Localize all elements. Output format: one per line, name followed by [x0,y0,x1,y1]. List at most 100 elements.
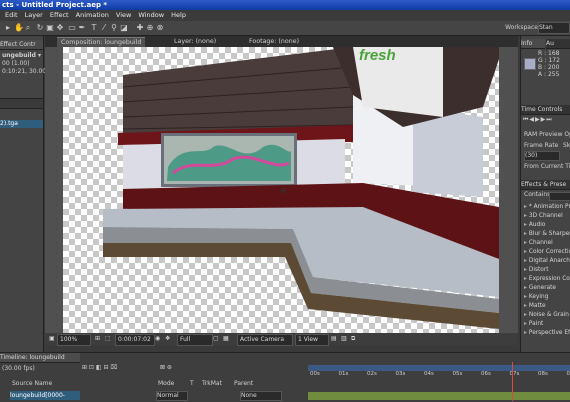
effects-presets-header[interactable]: Effects & Prese [521,180,570,190]
layer-parent-dropdown[interactable]: None [240,391,282,401]
current-time-indicator[interactable] [512,362,513,401]
select-tool-icon[interactable]: ▸ [4,24,12,32]
channel-icon[interactable]: ❖ [163,334,172,344]
frame-rate-dropdown[interactable]: (30) [524,151,560,161]
effect-category-item[interactable]: ▸Digital Anarchy [524,257,570,265]
menu-help[interactable]: Help [171,10,186,21]
zoom-tool-icon[interactable]: ⌕ [24,24,32,32]
menu-layer[interactable]: Layer [25,10,43,21]
effect-category-item[interactable]: ▸Blur & Sharpen [524,230,570,238]
disclosure-triangle-icon[interactable]: ▸ [524,258,527,264]
camera-tool-icon[interactable]: ▣ [46,24,54,32]
flowchart-icon[interactable]: ⧉ [349,334,357,344]
effect-category-label: 3D Channel [529,213,563,219]
menu-animation[interactable]: Animation [76,10,109,21]
from-current-checkbox[interactable]: From Current Ti [524,163,570,171]
playback-controls-icon[interactable]: ⏮◀▶▶⏭ [523,116,553,124]
text-tool-icon[interactable]: T [90,24,98,32]
timeline-tab[interactable]: Timeline: loungebuild [0,353,80,363]
effect-category-item[interactable]: ▸Generate [524,284,556,292]
effect-category-item[interactable]: ▸3D Channel [524,212,563,220]
disclosure-triangle-icon[interactable]: ▸ [524,249,527,255]
workspace-dropdown[interactable]: Stan [538,22,570,34]
axis-mode-icon[interactable]: ✚ [136,24,144,32]
fresh-sign: fresh [359,47,396,64]
effect-category-item[interactable]: ▸Color Correction [524,248,570,256]
effect-controls-tab[interactable]: Effect Contr [0,40,43,50]
view-layout-dropdown[interactable]: 1 View [295,334,329,346]
composition-viewer[interactable]: fresh ⊕ [45,47,518,333]
view-axis-icon[interactable]: ⊗ [156,24,164,32]
fast-previews-icon[interactable]: ▥ [339,334,349,344]
disclosure-triangle-icon[interactable]: ▸ [524,285,527,291]
ram-preview-label: RAM Preview Opti [524,131,570,139]
region-icon[interactable]: ▢ [211,334,221,344]
project-item-selected[interactable]: 2).tga [0,120,43,128]
disclosure-triangle-icon[interactable]: ▸ [524,276,527,282]
mask-view-icon[interactable]: ⬚ [103,334,113,344]
effect-category-item[interactable]: ▸Keying [524,293,548,301]
tab-layer[interactable]: Layer: (none) [170,37,220,47]
disclosure-triangle-icon[interactable]: ▸ [524,321,527,327]
graph-editor-icon[interactable]: ⊠ ⊛ [160,364,172,372]
info-a: A : 255 [538,71,559,79]
time-controls-header[interactable]: Time Controls [521,105,570,115]
effect-category-item[interactable]: ▸Matte [524,302,546,310]
pan-behind-tool-icon[interactable]: ✥ [56,24,64,32]
safe-zones-icon[interactable]: ⊞ [93,334,102,344]
layer-duration-bar[interactable] [308,392,570,400]
menu-effect[interactable]: Effect [50,10,69,21]
clone-tool-icon[interactable]: ⚲ [110,24,118,32]
disclosure-triangle-icon[interactable]: ▸ [524,294,527,300]
tab-info[interactable]: Info [521,39,545,49]
always-preview-icon[interactable]: ▣ [47,334,57,344]
effect-category-item[interactable]: ▸Paint [524,320,543,328]
tab-footage[interactable]: Footage: (none) [245,37,303,47]
effect-category-label: Digital Anarchy [529,258,570,264]
resolution-dropdown[interactable]: Full [177,334,213,346]
menu-window[interactable]: Window [138,10,164,21]
disclosure-triangle-icon[interactable]: ▸ [524,312,527,318]
effect-category-item[interactable]: ▸Perspective Effe [524,329,570,337]
disclosure-triangle-icon[interactable]: ▸ [524,267,527,273]
effect-category-item[interactable]: ▸Audio [524,221,545,229]
effect-category-item[interactable]: ▸Distort [524,266,549,274]
effect-category-item[interactable]: ▸Noise & Grain [524,311,569,319]
effect-category-label: Matte [529,303,546,309]
effect-category-item[interactable]: ▸Expression Contr [524,275,570,283]
layer-mode-dropdown[interactable]: Normal [156,391,188,401]
zoom-dropdown[interactable]: 100% [57,334,91,346]
hand-tool-icon[interactable]: ✋ [14,24,22,32]
work-area-bar[interactable] [308,365,570,371]
effect-category-label: Distort [529,267,549,273]
disclosure-triangle-icon[interactable]: ▸ [524,231,527,237]
rotate-tool-icon[interactable]: ↻ [36,24,44,32]
layer-name[interactable]: loungebuild[0000- [10,391,80,400]
transparency-grid-icon[interactable]: ▦ [221,334,231,344]
timeline-fps: (30.00 fps) [2,365,35,373]
comp-name-label[interactable]: ungebuild ▾ [2,52,41,60]
switches-icon[interactable]: ⊞ ⊡ ◧ ⊟ ⌧ [82,364,117,372]
disclosure-triangle-icon[interactable]: ▸ [524,240,527,246]
snapshot-icon[interactable]: ◉ [153,334,162,344]
world-axis-icon[interactable]: ⊕ [146,24,154,32]
pixel-aspect-icon[interactable]: ▤ [329,334,339,344]
disclosure-triangle-icon[interactable]: ▸ [524,330,527,336]
effect-category-item[interactable]: ▸Channel [524,239,553,247]
menu-view[interactable]: View [116,10,131,21]
effect-category-item[interactable]: ▸* Animation Pre [524,203,570,211]
disclosure-triangle-icon[interactable]: ▸ [524,204,527,210]
disclosure-triangle-icon[interactable]: ▸ [524,303,527,309]
menu-edit[interactable]: Edit [5,10,18,21]
disclosure-triangle-icon[interactable]: ▸ [524,213,527,219]
brush-tool-icon[interactable]: ⁄ [100,24,108,32]
disclosure-triangle-icon[interactable]: ▸ [524,222,527,228]
effect-category-label: Noise & Grain [529,312,569,318]
mask-tool-icon[interactable]: ▭ [68,24,76,32]
tab-audio[interactable]: Au [546,39,570,49]
pen-tool-icon[interactable]: ✒ [78,24,86,32]
effects-search-input[interactable] [549,192,570,201]
timecode-field[interactable]: 0:00:07:02 [115,334,155,346]
camera-dropdown[interactable]: Active Camera [237,334,293,346]
eraser-tool-icon[interactable]: ◪ [120,24,128,32]
